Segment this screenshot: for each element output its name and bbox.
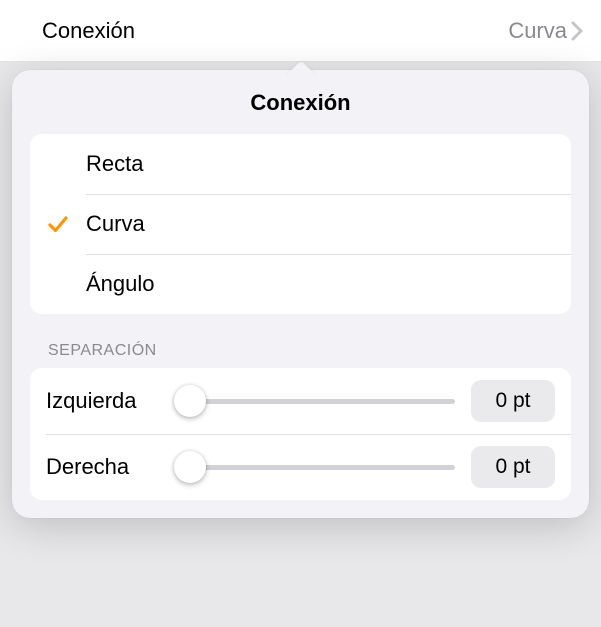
- connection-setting-label: Conexión: [42, 18, 135, 44]
- slider-track: [174, 399, 455, 404]
- separation-section-header: Separación: [12, 342, 589, 368]
- slider-derecha[interactable]: [174, 451, 455, 483]
- slider-izquierda[interactable]: [174, 385, 455, 417]
- value-text: 0 pt: [495, 389, 530, 413]
- option-recta[interactable]: Recta: [30, 134, 571, 194]
- slider-row-derecha: Derecha 0 pt: [30, 434, 571, 500]
- connection-popover: Conexión Recta Curva Ángulo Separación I…: [12, 70, 589, 518]
- option-label: Curva: [86, 211, 145, 237]
- slider-row-izquierda: Izquierda 0 pt: [30, 368, 571, 434]
- slider-thumb[interactable]: [174, 385, 206, 417]
- connection-type-list: Recta Curva Ángulo: [30, 134, 571, 314]
- option-angulo[interactable]: Ángulo: [30, 254, 571, 314]
- slider-track: [174, 465, 455, 470]
- slider-label-right: Derecha: [46, 454, 158, 480]
- connection-setting-row[interactable]: Conexión Curva: [0, 0, 601, 62]
- popover-caret-icon: [290, 60, 312, 71]
- slider-label-left: Izquierda: [46, 388, 158, 414]
- checkmark-icon: [30, 213, 86, 235]
- option-curva[interactable]: Curva: [30, 194, 571, 254]
- option-label: Ángulo: [86, 271, 155, 297]
- slider-thumb[interactable]: [174, 451, 206, 483]
- connection-setting-value: Curva: [508, 18, 567, 44]
- value-pill-derecha[interactable]: 0 pt: [471, 446, 555, 488]
- option-label: Recta: [86, 151, 143, 177]
- value-pill-izquierda[interactable]: 0 pt: [471, 380, 555, 422]
- separation-slider-group: Izquierda 0 pt Derecha 0 pt: [30, 368, 571, 500]
- chevron-right-icon: [571, 21, 583, 41]
- value-text: 0 pt: [495, 455, 530, 479]
- connection-setting-value-wrap: Curva: [508, 18, 583, 44]
